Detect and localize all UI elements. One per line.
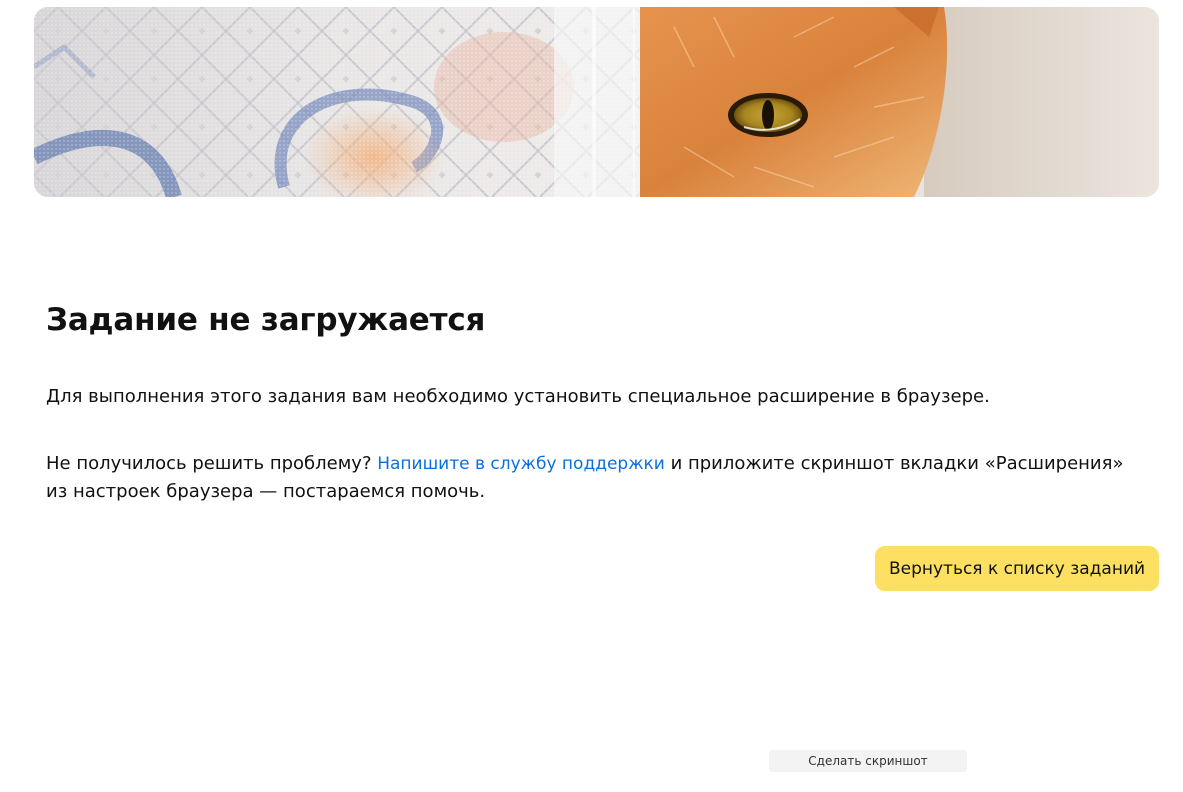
help-text-second-line: из настроек браузера — постараемся помоч…: [46, 481, 486, 502]
support-link[interactable]: Напишите в службу поддержки: [377, 454, 665, 474]
help-text-after-link: и приложите скриншот вкладки «Расширения…: [664, 453, 1124, 474]
banner-image: [34, 7, 1159, 197]
take-screenshot-button[interactable]: Сделать скриншот: [769, 750, 967, 772]
help-text-before-link: Не получилось решить проблему?: [46, 453, 378, 474]
description-text: Для выполнения этого задания вам необход…: [46, 386, 990, 407]
page: Задание не загружается Для выполнения эт…: [0, 0, 1183, 792]
back-to-tasks-button[interactable]: Вернуться к списку заданий: [875, 546, 1159, 591]
cat-curtain-illustration: [34, 7, 1159, 197]
page-title: Задание не загружается: [46, 302, 486, 338]
help-text: Не получилось решить проблему? Напишите …: [46, 450, 1123, 506]
